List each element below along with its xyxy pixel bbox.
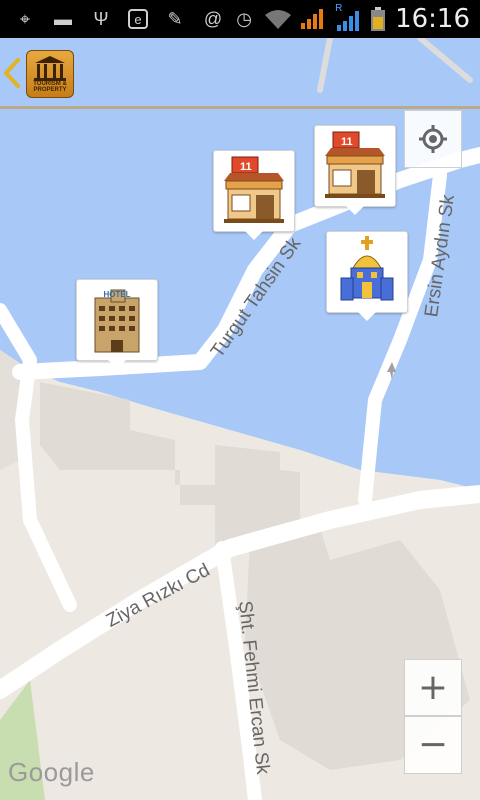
app-bar-divider <box>0 106 480 109</box>
church-marker[interactable] <box>326 231 408 321</box>
wifi-icon <box>265 10 292 29</box>
my-location-button[interactable] <box>404 110 462 168</box>
alarm-icon: ◷ <box>236 8 252 29</box>
logo-caption: TOURISM & PROPERTY <box>33 81 67 93</box>
clock-time: 16:16 <box>395 4 470 34</box>
e-icon: e <box>128 9 148 29</box>
status-bar: ⌖ ▬ Ψ e ✎ @ ◷ R 16:16 <box>0 0 480 38</box>
hotel-icon: HOTEL <box>94 289 140 353</box>
shop-marker-2[interactable]: 11 <box>314 125 396 215</box>
hotel-marker[interactable]: HOTEL <box>76 279 158 369</box>
usb-icon: Ψ <box>93 8 109 29</box>
chevron-left-icon[interactable] <box>2 56 22 90</box>
plus-icon: + <box>417 666 449 708</box>
zoom-out-button[interactable]: − <box>404 716 462 774</box>
my-location-icon <box>419 125 447 153</box>
at-icon: @ <box>203 8 223 29</box>
message-icon: ▬ <box>54 8 72 29</box>
minus-icon: − <box>417 724 449 765</box>
church-icon <box>340 236 394 301</box>
signal-icon <box>301 9 324 29</box>
google-attribution: Google <box>8 757 95 787</box>
temple-icon <box>34 56 66 81</box>
app-logo[interactable]: TOURISM & PROPERTY <box>26 50 74 98</box>
zoom-in-button[interactable]: + <box>404 659 462 716</box>
svg-text:11: 11 <box>341 136 353 148</box>
roaming-signal-icon <box>337 11 360 31</box>
battery-icon <box>371 7 386 31</box>
shop-marker-1[interactable]: 11 <box>213 150 295 240</box>
svg-text:11: 11 <box>240 161 252 173</box>
gps-icon: ⌖ <box>19 8 31 29</box>
broom-icon: ✎ <box>167 8 183 29</box>
svg-text:HOTEL: HOTEL <box>103 290 130 299</box>
shop-icon: 11 <box>325 131 385 198</box>
shop-icon: 11 <box>224 156 284 223</box>
